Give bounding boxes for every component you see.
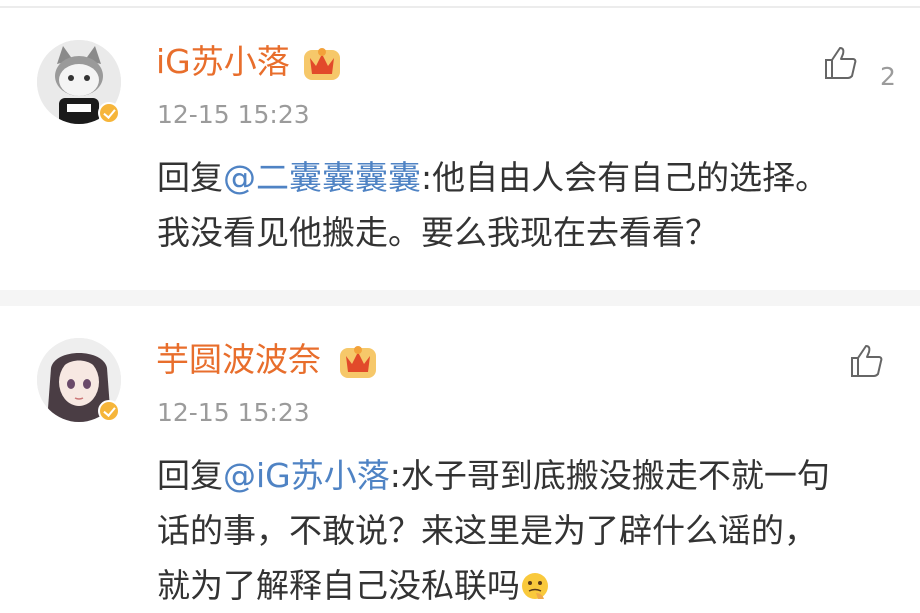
timestamp: 12-15 15:23: [157, 100, 310, 129]
like-count: 2: [880, 62, 896, 91]
timestamp: 12-15 15:23: [157, 398, 310, 427]
reply-prefix: 回复: [157, 456, 223, 495]
vip-crown-badge-icon: [304, 48, 340, 80]
comment-item: 芋圆波波奈 12-15 15:23 回复@iG苏小落:水子哥到底搬没搬走不就一句…: [0, 318, 920, 605]
section-divider: [0, 290, 920, 306]
thinking-face-emoji-icon: [522, 573, 548, 599]
reply-prefix: 回复: [157, 158, 223, 197]
username[interactable]: iG苏小落: [156, 40, 290, 84]
mention-link[interactable]: @二囊囊囊囊: [223, 158, 421, 197]
verified-badge-icon: [98, 400, 120, 422]
comment-text: 回复@二囊囊囊囊:他自由人会有自己的选择。我没看见他搬走。要么我现在去看看？: [157, 150, 847, 260]
vip-crown-badge-icon: [340, 346, 376, 378]
username[interactable]: 芋圆波波奈: [156, 338, 321, 382]
mention-link[interactable]: @iG苏小落: [223, 456, 390, 495]
comment-text: 回复@iG苏小落:水子哥到底搬没搬走不就一句话的事，不敢说？来这里是为了辟什么谣…: [157, 448, 847, 613]
verified-badge-icon: [98, 102, 120, 124]
thumbs-up-icon[interactable]: [820, 42, 860, 82]
top-divider: [0, 6, 920, 8]
thumbs-up-icon[interactable]: [846, 340, 886, 380]
comment-item: iG苏小落 12-15 15:23 回复@二囊囊囊囊:他自由人会有自己的选择。我…: [0, 20, 920, 282]
